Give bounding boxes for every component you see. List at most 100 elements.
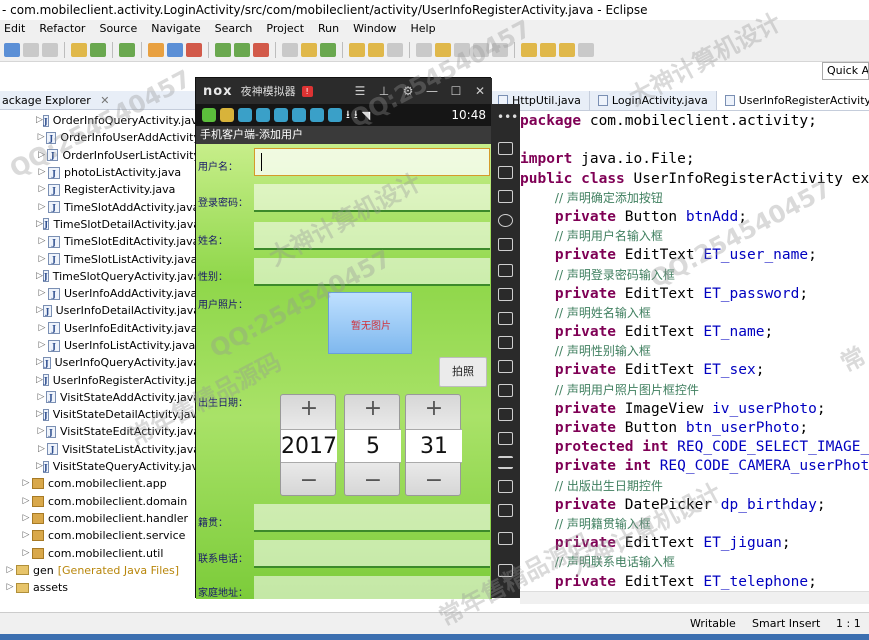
new-icon[interactable]	[4, 42, 20, 57]
add-icon[interactable]	[498, 480, 513, 493]
keyboard-icon[interactable]	[498, 166, 513, 179]
tree-item[interactable]: ▷ J VisitStateEditActivity.java	[0, 423, 200, 440]
tree-item[interactable]: ▷ J UserInfoAddActivity.java	[0, 285, 200, 302]
name-field[interactable]	[254, 222, 490, 250]
menu-source[interactable]: Source	[99, 20, 137, 38]
tree-item[interactable]: ▷ J RegisterActivity.java	[0, 181, 200, 198]
paragraph-icon[interactable]	[454, 42, 470, 57]
print-icon[interactable]	[42, 42, 58, 57]
expand-arrow-icon[interactable]: ▷	[20, 475, 32, 492]
expand-arrow-icon[interactable]: ▷	[36, 147, 47, 164]
task-icon[interactable]	[416, 42, 432, 57]
jar-icon[interactable]	[167, 42, 183, 57]
settings-icon[interactable]: ⚙	[396, 84, 420, 98]
expand-arrow-icon[interactable]: ▷	[36, 320, 48, 337]
menu-refactor[interactable]: Refactor	[39, 20, 85, 38]
menu-project[interactable]: Project	[266, 20, 304, 38]
debug-icon[interactable]	[215, 42, 231, 57]
day-value[interactable]: 31	[406, 429, 462, 463]
notification-badge-icon[interactable]: !	[301, 85, 313, 97]
tree-item[interactable]: ▷ assets	[0, 579, 200, 596]
expand-arrow-icon[interactable]: ▷	[36, 233, 48, 250]
month-value[interactable]: 5	[345, 429, 401, 463]
expand-arrow-icon[interactable]: ▷	[4, 562, 16, 579]
build-icon[interactable]	[71, 42, 87, 57]
tree-item[interactable]: ▷ J UserInfoDetailActivity.java	[0, 302, 200, 319]
close-icon[interactable]: ✕	[100, 94, 109, 107]
telephone-field[interactable]	[254, 540, 490, 568]
volume-up-icon[interactable]	[498, 288, 513, 301]
tree-item[interactable]: ▷ J OrderInfoUserListActivity	[0, 147, 200, 164]
multi-instance-icon[interactable]	[498, 432, 513, 445]
month-picker[interactable]: + 5 −	[344, 394, 401, 496]
tree-item[interactable]: ▷ J OrderInfoQueryActivity.java	[0, 112, 200, 129]
gear-icon[interactable]	[186, 42, 202, 57]
record-icon[interactable]	[498, 408, 513, 421]
location-icon[interactable]	[498, 214, 513, 227]
tree-item[interactable]: ▷ J VisitStateDetailActivity.java	[0, 406, 200, 423]
more-icon[interactable]: •••	[497, 110, 518, 124]
expand-arrow-icon[interactable]: ▷	[20, 493, 32, 510]
checkbox-icon[interactable]	[119, 42, 135, 57]
tree-item[interactable]: ▷ J TimeSlotAddActivity.java	[0, 198, 200, 215]
menu-search[interactable]: Search	[215, 20, 253, 38]
menu-window[interactable]: Window	[353, 20, 396, 38]
open-folder-icon[interactable]	[349, 42, 365, 57]
external-tools-icon[interactable]	[253, 42, 269, 57]
day-decrement-button[interactable]: −	[406, 467, 462, 495]
back-icon[interactable]	[559, 42, 575, 57]
month-decrement-button[interactable]: −	[345, 467, 401, 495]
open-type-icon[interactable]	[368, 42, 384, 57]
block-select-icon[interactable]	[473, 42, 489, 57]
year-decrement-button[interactable]: −	[281, 467, 337, 495]
search-icon[interactable]	[387, 42, 403, 57]
pin-icon[interactable]: ⊥	[372, 84, 396, 98]
tree-item[interactable]: ▷ J TimeSlotQueryActivity.java	[0, 268, 200, 285]
jiguan-field[interactable]	[254, 504, 490, 532]
expand-arrow-icon[interactable]: ▷	[36, 181, 48, 198]
expand-arrow-icon[interactable]: ▷	[20, 510, 32, 527]
maximize-icon[interactable]: ☐	[444, 84, 468, 98]
new-class-icon[interactable]	[320, 42, 336, 57]
tree-item[interactable]: ▷ com.mobileclient.domain	[0, 493, 200, 510]
tree-item[interactable]: ▷ J VisitStateAddActivity.java	[0, 389, 200, 406]
expand-arrow-icon[interactable]: ▷	[36, 406, 43, 423]
editor-horizontal-scrollbar[interactable]	[520, 591, 869, 604]
prev-annotation-icon[interactable]	[540, 42, 556, 57]
menu-navigate[interactable]: Navigate	[151, 20, 200, 38]
sex-field[interactable]	[254, 258, 490, 286]
expand-arrow-icon[interactable]: ▷	[36, 285, 48, 302]
tree-item[interactable]: ▷ com.mobileclient.handler	[0, 510, 200, 527]
expand-arrow-icon[interactable]: ▷	[36, 302, 43, 319]
tree-item[interactable]: ▷ J TimeSlotDetailActivity.java	[0, 216, 200, 233]
expand-arrow-icon[interactable]: ▷	[36, 423, 46, 440]
tree-item[interactable]: ▷ J UserInfoRegisterActivity.java	[0, 371, 200, 388]
expand-arrow-icon[interactable]: ▷	[36, 199, 48, 216]
password-field[interactable]	[254, 184, 490, 212]
expand-arrow-icon[interactable]: ▷	[36, 458, 43, 475]
expand-arrow-icon[interactable]: ▷	[36, 268, 43, 285]
address-field[interactable]	[254, 576, 490, 599]
scissors-icon[interactable]	[498, 190, 513, 203]
expand-arrow-icon[interactable]: ▷	[36, 251, 48, 268]
lint-icon[interactable]	[148, 42, 164, 57]
expand-arrow-icon[interactable]: ▷	[20, 527, 32, 544]
expand-arrow-icon[interactable]: ▷	[36, 354, 43, 371]
expand-arrow-icon[interactable]: ▷	[36, 112, 43, 129]
volume-down-icon[interactable]	[498, 312, 513, 325]
minimize-icon[interactable]: —	[420, 84, 444, 98]
username-field[interactable]	[254, 148, 490, 176]
close-icon[interactable]: ✕	[468, 84, 492, 98]
new-package-icon[interactable]	[301, 42, 317, 57]
screenshot-icon[interactable]	[498, 336, 513, 349]
phone-icon[interactable]	[498, 142, 513, 155]
expand-arrow-icon[interactable]: ▷	[36, 164, 48, 181]
nox-menu-icon[interactable]: ☰	[348, 84, 372, 98]
expand-arrow-icon[interactable]: ▷	[36, 129, 46, 146]
menu-icon[interactable]	[498, 456, 513, 469]
year-increment-button[interactable]: +	[281, 395, 337, 423]
forward-icon[interactable]	[578, 42, 594, 57]
android-sdk-icon[interactable]	[90, 42, 106, 57]
quick-access-input[interactable]: Quick Ac	[822, 62, 869, 80]
link-icon[interactable]	[282, 42, 298, 57]
